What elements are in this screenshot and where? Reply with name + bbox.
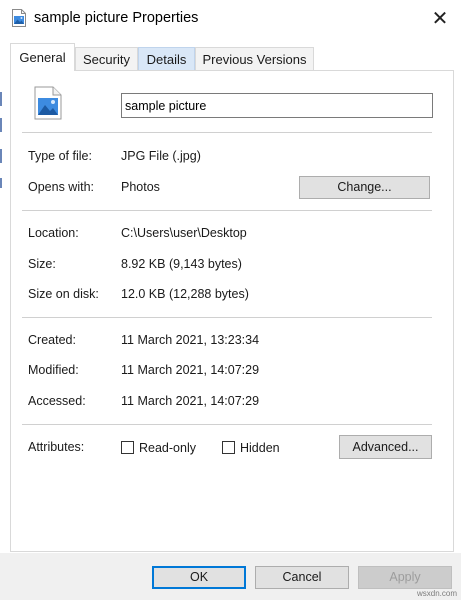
ok-button[interactable]: OK [152, 566, 246, 589]
modified-value: 11 March 2021, 14:07:29 [121, 363, 260, 377]
separator [22, 132, 432, 133]
hidden-label[interactable]: Hidden [240, 441, 280, 455]
tab-details[interactable]: Details [138, 47, 195, 70]
hidden-checkbox[interactable] [222, 441, 235, 454]
image-file-icon [34, 86, 62, 120]
type-of-file-label: Type of file: [28, 149, 92, 163]
window-title: sample picture Properties [34, 10, 199, 26]
accessed-value: 11 March 2021, 14:07:29 [121, 394, 260, 408]
advanced-button[interactable]: Advanced... [339, 435, 432, 459]
close-button[interactable]: ✕ [425, 5, 455, 33]
change-button[interactable]: Change... [299, 176, 430, 199]
left-edge-mark [0, 92, 2, 106]
location-label: Location: [28, 226, 79, 240]
image-file-icon [12, 9, 26, 27]
left-edge-mark [0, 118, 2, 132]
size-label: Size: [28, 257, 56, 271]
tab-general[interactable]: General [10, 43, 75, 71]
location-value: C:\Users\user\Desktop [121, 226, 247, 240]
type-of-file-value: JPG File (.jpg) [121, 149, 201, 163]
general-panel [10, 70, 454, 552]
opens-with-value: Photos [121, 180, 160, 194]
created-value: 11 March 2021, 13:23:34 [121, 333, 260, 347]
tab-previous-versions[interactable]: Previous Versions [195, 47, 314, 70]
modified-label: Modified: [28, 363, 79, 377]
readonly-label[interactable]: Read-only [139, 441, 196, 455]
cancel-button[interactable]: Cancel [255, 566, 349, 589]
created-label: Created: [28, 333, 76, 347]
tab-security[interactable]: Security [75, 47, 138, 70]
size-on-disk-value: 12.0 KB (12,288 bytes) [121, 287, 249, 301]
separator [22, 210, 432, 211]
opens-with-label: Opens with: [28, 180, 95, 194]
separator [22, 317, 432, 318]
size-value: 8.92 KB (9,143 bytes) [121, 257, 242, 271]
attributes-label: Attributes: [28, 440, 85, 454]
accessed-label: Accessed: [28, 394, 86, 408]
readonly-checkbox[interactable] [121, 441, 134, 454]
size-on-disk-label: Size on disk: [28, 287, 99, 301]
left-edge-mark [0, 178, 2, 188]
file-name-input[interactable] [121, 93, 433, 118]
apply-button[interactable]: Apply [358, 566, 452, 589]
watermark: wsxdn.com [416, 589, 457, 598]
left-edge-mark [0, 149, 2, 163]
separator [22, 424, 432, 425]
